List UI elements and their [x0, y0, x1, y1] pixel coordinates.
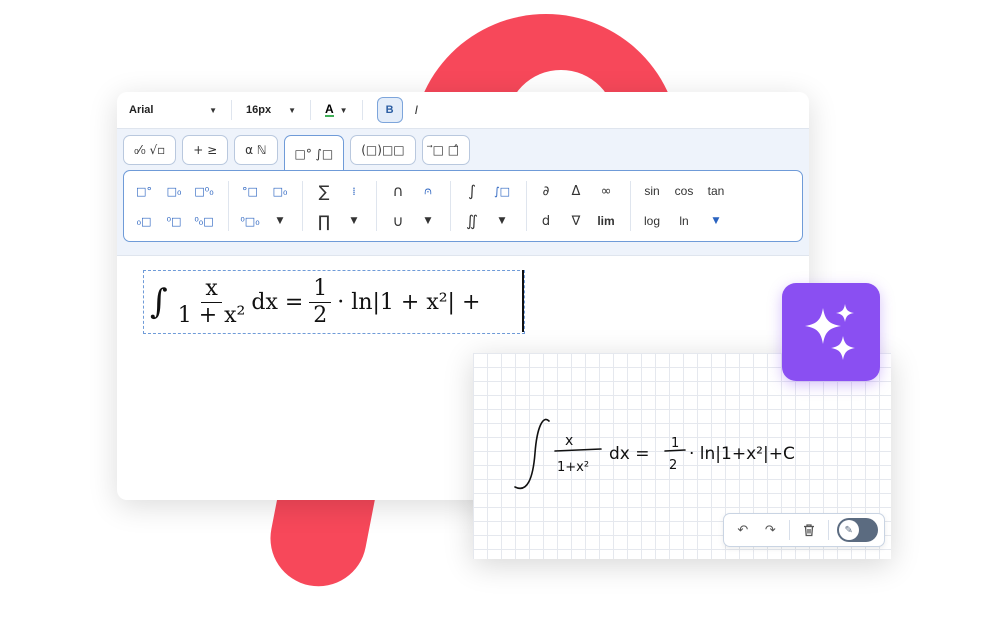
differential-button[interactable]: d	[534, 209, 558, 233]
denominator: 2	[313, 302, 328, 328]
formula-display: ∫ x 1 + x² dx = 1 2 · ln|1 + x²| +	[150, 271, 480, 333]
divider	[302, 181, 303, 231]
integral-sign: ∫	[150, 282, 168, 322]
integral-button[interactable]: ∫	[460, 179, 484, 203]
symbol-tabs: ₀⁄₀ √▫ + ≥ α ℕ □° ∫□ (□)□□ ⃗□ □̂	[123, 135, 471, 172]
text-color-select[interactable]: A ▼	[325, 103, 348, 117]
svg-text:1+x²: 1+x²	[557, 460, 589, 475]
formula-input[interactable]: ∫ x 1 + x² dx = 1 2 · ln|1 + x²| +	[143, 270, 525, 334]
presubscript-template[interactable]: ₀□	[132, 209, 156, 233]
fraction: x 1 + x²	[178, 276, 246, 329]
sum-button[interactable]: ∑	[312, 179, 336, 203]
undo-icon[interactable]: ↶	[730, 518, 756, 542]
divider	[450, 181, 451, 231]
tan-button[interactable]: tan	[700, 179, 732, 203]
overscript-template[interactable]: °□	[238, 179, 262, 203]
denominator: 1 + x²	[177, 302, 246, 328]
divider	[376, 181, 377, 231]
chevron-down-icon[interactable]: ▼	[490, 209, 514, 233]
tab-operators[interactable]: + ≥	[182, 135, 229, 165]
numerator: x	[201, 276, 222, 303]
chevron-down-icon[interactable]: ▼	[416, 209, 440, 233]
chevron-down-icon[interactable]: ▼	[704, 209, 728, 233]
pen-mode-toggle[interactable]: ✎	[836, 518, 879, 542]
handwriting-strokes: x 1+x² dx = 1 2 · ln|1+x²|+C	[514, 418, 795, 490]
superscript-template[interactable]: □°	[132, 179, 156, 203]
set-template[interactable]: ⩀	[416, 179, 440, 203]
underscript-template[interactable]: □₀	[268, 179, 292, 203]
ai-sparkles-badge	[782, 283, 880, 381]
text-cursor	[522, 270, 524, 332]
pen-icon: ✎	[838, 520, 859, 540]
svg-text:1: 1	[671, 436, 679, 451]
divider	[310, 100, 311, 120]
chevron-down-icon[interactable]: ▼	[268, 209, 292, 233]
sparkles-icon	[805, 304, 855, 360]
font-size-select[interactable]: 16px ▼	[246, 104, 296, 116]
fraction-half: 1 2	[309, 276, 332, 329]
divider	[630, 181, 631, 231]
handwriting-canvas[interactable]: x 1+x² dx = 1 2 · ln|1+x²|+C ↶ ↷ ✎	[473, 353, 891, 559]
limit-button[interactable]: lim	[590, 209, 622, 233]
sin-button[interactable]: sin	[636, 179, 668, 203]
tab-brackets-matrices[interactable]: (□)□□	[350, 135, 416, 165]
ln-button[interactable]: ln	[668, 209, 700, 233]
presuperscript-template[interactable]: ⁰□	[162, 209, 186, 233]
divider	[361, 100, 363, 120]
divider	[228, 181, 229, 231]
chevron-down-icon[interactable]: ▼	[342, 209, 366, 233]
double-integral-button[interactable]: ∬	[460, 209, 484, 233]
intersection-button[interactable]: ∩	[386, 179, 410, 203]
bold-button[interactable]: B	[376, 97, 403, 123]
delta-button[interactable]: Δ	[564, 179, 588, 203]
trash-glyph	[803, 524, 814, 537]
divider	[231, 100, 232, 120]
subscript-template[interactable]: □₀	[162, 179, 186, 203]
format-toolbar: Arial ▼ 16px ▼ A ▼ B I	[117, 92, 809, 129]
font-family-value: Arial	[129, 104, 154, 116]
formula-tail: · ln|1 + x²| +	[337, 289, 481, 315]
text-color-icon: A	[325, 102, 334, 117]
trash-icon[interactable]	[796, 518, 822, 542]
union-button[interactable]: ∪	[386, 209, 410, 233]
font-size-value: 16px	[246, 104, 272, 116]
tab-fractions-roots[interactable]: ₀⁄₀ √▫	[123, 135, 177, 165]
tab-scripts-integrals[interactable]: □° ∫□	[283, 135, 345, 172]
chevron-down-icon: ▼	[288, 105, 296, 115]
divider	[526, 181, 527, 231]
svg-text:· ln|1+x²|+C: · ln|1+x²|+C	[689, 444, 795, 464]
partial-button[interactable]: ∂	[534, 179, 558, 203]
italic-button[interactable]: I	[415, 103, 418, 117]
product-button[interactable]: ∏	[312, 209, 336, 233]
numerator: 1	[309, 276, 332, 303]
sub-superscript-template[interactable]: □⁰₀	[192, 179, 216, 203]
canvas-toolbar: ↶ ↷ ✎	[723, 513, 885, 547]
divider	[827, 520, 829, 540]
stacked-template[interactable]: ⁞	[342, 179, 366, 203]
tab-accents[interactable]: ⃗□ □̂	[421, 135, 471, 165]
symbol-panel: □° □₀ □⁰₀ ₀□ ⁰□ ⁰₀□ °□ □₀ ⁰□₀ ▼ ∑ ⁞ ∏ ▼ …	[123, 170, 803, 242]
cos-button[interactable]: cos	[668, 179, 700, 203]
chevron-down-icon: ▼	[209, 105, 217, 115]
font-family-select[interactable]: Arial ▼	[129, 104, 217, 116]
divider	[789, 520, 791, 540]
svg-text:x: x	[565, 433, 573, 449]
pre-sub-superscript-template[interactable]: ⁰₀□	[192, 209, 216, 233]
redo-icon[interactable]: ↷	[758, 518, 784, 542]
integral-limits-template[interactable]: ∫□	[490, 179, 514, 203]
tab-greek-sets[interactable]: α ℕ	[234, 135, 278, 165]
dx-equals: dx =	[251, 289, 304, 315]
nabla-button[interactable]: ∇	[564, 209, 588, 233]
infinity-button[interactable]: ∞	[594, 179, 618, 203]
log-button[interactable]: log	[636, 209, 668, 233]
under-overscript-template[interactable]: ⁰□₀	[238, 209, 262, 233]
symbol-palette: ₀⁄₀ √▫ + ≥ α ℕ □° ∫□ (□)□□ ⃗□ □̂ □° □₀ □…	[117, 129, 809, 256]
handwritten-formula: x 1+x² dx = 1 2 · ln|1+x²|+C	[509, 413, 849, 503]
svg-text:2: 2	[669, 458, 677, 473]
chevron-down-icon: ▼	[339, 105, 348, 115]
svg-text:dx =: dx =	[609, 444, 650, 464]
